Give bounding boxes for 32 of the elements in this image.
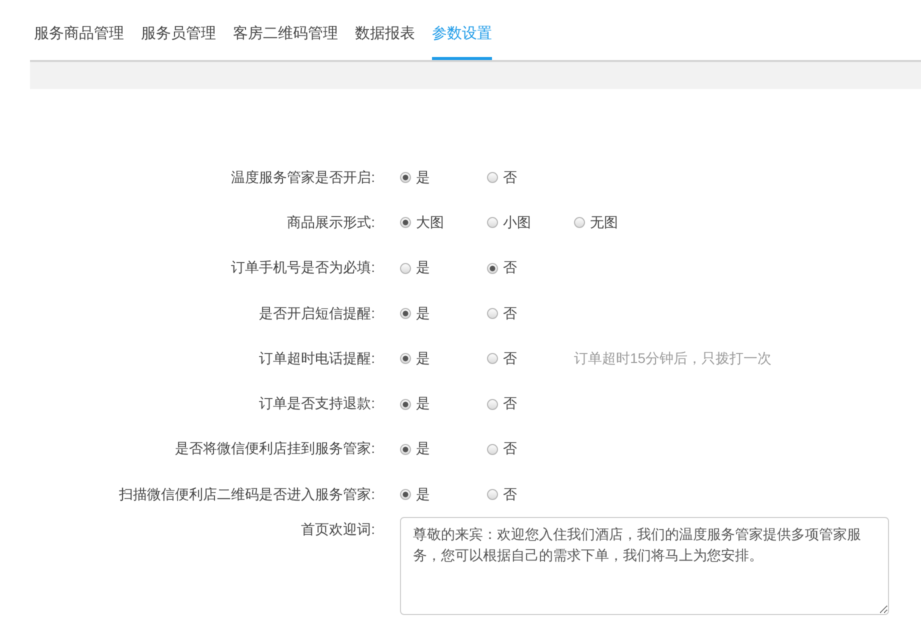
nav-tab[interactable]: 客房二维码管理 bbox=[233, 22, 338, 60]
nav-tab[interactable]: 服务员管理 bbox=[141, 22, 216, 60]
radio-option[interactable]: 否 bbox=[487, 168, 574, 187]
radio-option[interactable]: 是 bbox=[400, 486, 487, 504]
setting-label: 商品展示形式: bbox=[286, 214, 375, 232]
setting-label: 首页欢迎词: bbox=[300, 520, 375, 540]
radio-option[interactable]: 否 bbox=[487, 304, 574, 323]
nav-tab[interactable]: 数据报表 bbox=[355, 22, 415, 60]
radio-option[interactable]: 否 bbox=[487, 350, 574, 368]
setting-label: 是否开启短信提醒: bbox=[258, 304, 375, 323]
setting-label: 温度服务管家是否开启: bbox=[230, 168, 375, 187]
hint-text: 订单超时15分钟后，只拨打一次 bbox=[574, 350, 772, 368]
setting-label: 订单是否支持退款: bbox=[258, 395, 375, 414]
radio-option[interactable]: 小图 bbox=[487, 214, 574, 232]
radio-option[interactable]: 否 bbox=[487, 259, 574, 278]
nav-tab[interactable]: 服务商品管理 bbox=[34, 22, 124, 60]
radio-option[interactable]: 否 bbox=[487, 395, 574, 414]
setting-label: 订单超时电话提醒: bbox=[258, 350, 375, 368]
setting-label: 扫描微信便利店二维码是否进入服务管家: bbox=[118, 486, 375, 504]
radio-option[interactable]: 否 bbox=[487, 440, 574, 458]
welcome-text-field[interactable]: 尊敬的来宾：欢迎您入住我们酒店，我们的温度服务管家提供多项管家服务，您可以根据自己的需求下单，我们将马上为您安排。 bbox=[400, 517, 889, 616]
radio-option[interactable]: 是 bbox=[400, 350, 487, 368]
radio-option[interactable]: 是 bbox=[400, 168, 487, 187]
setting-label: 订单手机号是否为必填: bbox=[230, 259, 375, 278]
radio-option[interactable]: 是 bbox=[400, 259, 487, 278]
radio-option[interactable]: 是 bbox=[400, 440, 487, 458]
setting-label: 是否将微信便利店挂到服务管家: bbox=[174, 440, 375, 458]
radio-option[interactable]: 无图 bbox=[574, 214, 661, 232]
radio-option[interactable]: 否 bbox=[487, 486, 574, 504]
radio-option[interactable]: 是 bbox=[400, 304, 487, 323]
radio-option[interactable]: 是 bbox=[400, 395, 487, 414]
radio-option[interactable]: 大图 bbox=[400, 214, 487, 232]
